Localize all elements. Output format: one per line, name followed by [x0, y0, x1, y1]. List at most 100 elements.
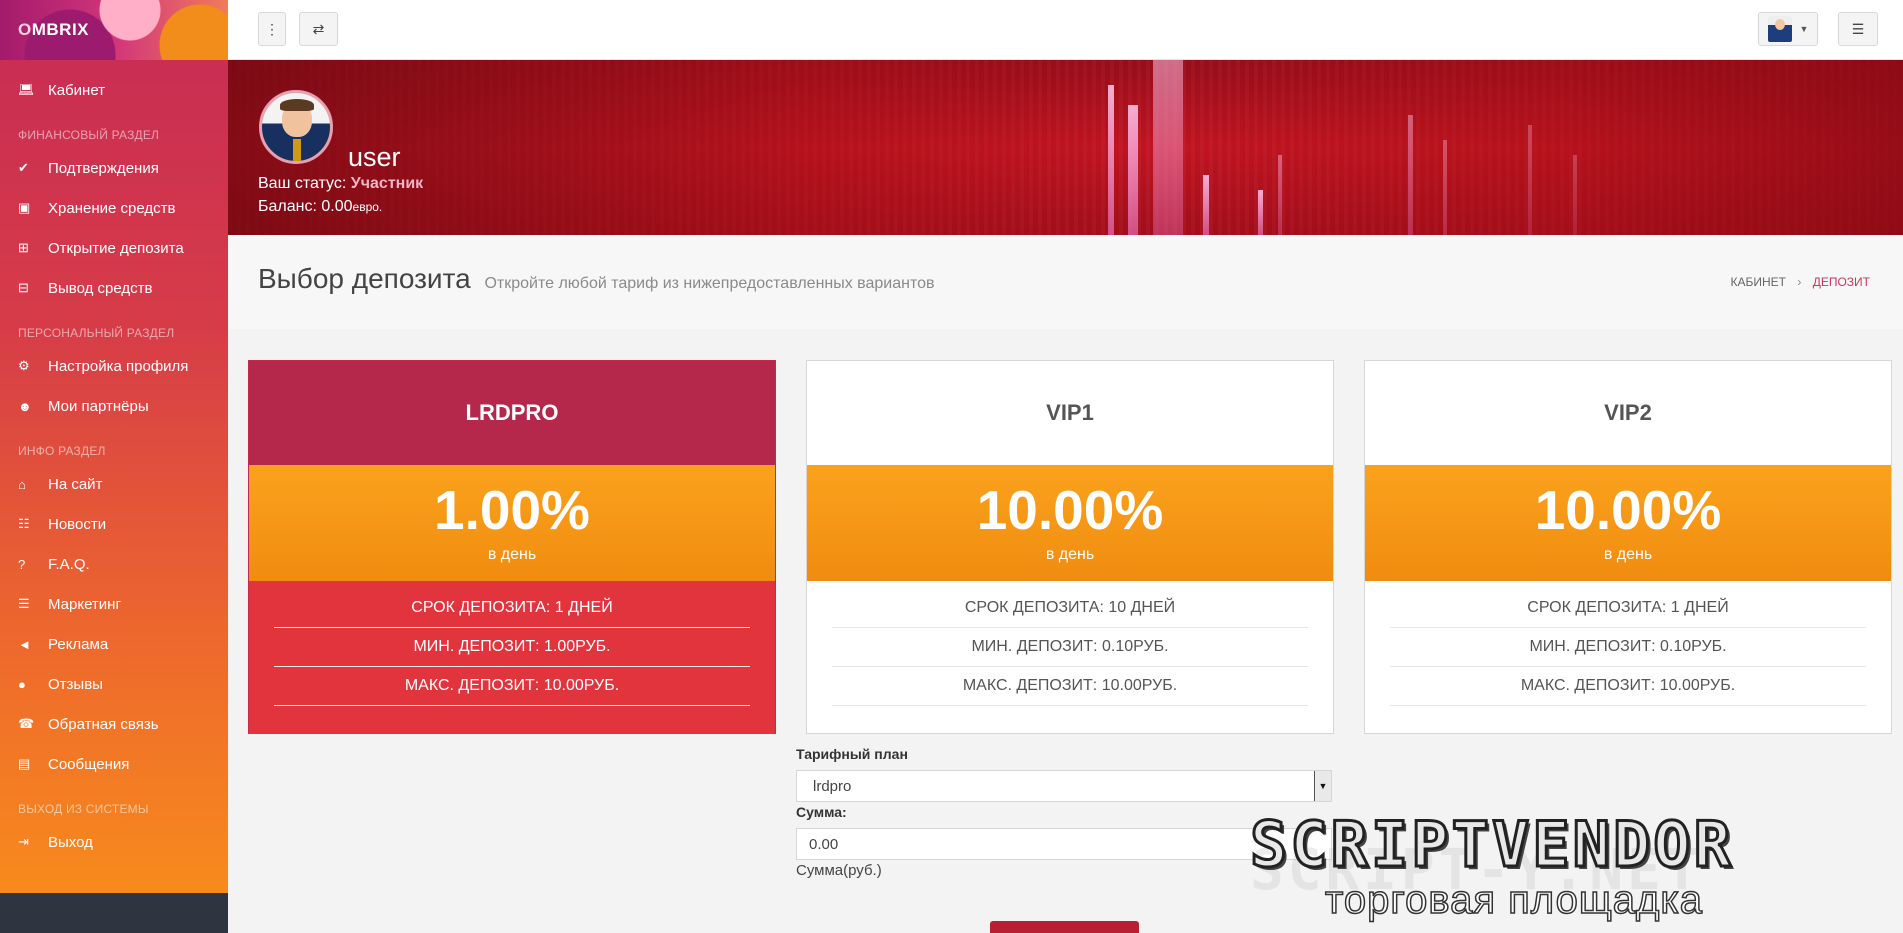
chart-spike — [1153, 60, 1183, 235]
sidebar-item-withdraw[interactable]: ⊟ Вывод средств — [0, 268, 228, 308]
watermark: SCRIPT-Y.NET SCRIPTVENDOR торговая площа… — [1249, 807, 1903, 923]
avatar-hair — [280, 99, 314, 111]
page-subtitle: Откройте любой тариф из нижепредоставлен… — [484, 275, 935, 292]
menu-list-icon: ☰ — [1851, 20, 1865, 37]
plan-card-vip2[interactable]: VIP2 10.00% в день СРОК ДЕПОЗИТА: 1 ДНЕЙ… — [1364, 360, 1892, 734]
plan-name: VIP2 — [1604, 400, 1652, 425]
sidebar-item-profile-settings[interactable]: ⚙ Настройка профиля — [0, 346, 228, 386]
sidebar-item-label: Кабинет — [48, 81, 106, 99]
plan-max-deposit: МАКС. ДЕПОЗИТ: 10.00РУБ. — [274, 667, 750, 706]
plan-info: СРОК ДЕПОЗИТА: 10 ДНЕЙ МИН. ДЕПОЗИТ: 0.1… — [807, 581, 1333, 706]
page-header: Выбор депозита Откройте любой тариф из н… — [228, 235, 1903, 329]
caret-down-icon: ▼ — [1799, 24, 1809, 34]
sidebar-item-confirmations[interactable]: ✔ Подтверждения — [0, 148, 228, 188]
sidebar-item-label: Хранение средств — [48, 199, 176, 217]
plan-select[interactable]: lrdpro ▼ — [796, 770, 1332, 802]
sidebar-item-feedback[interactable]: ☎ Обратная связь — [0, 704, 228, 744]
sidebar-item-label: Настройка профиля — [48, 357, 189, 375]
laptop-icon: 💻︎ — [18, 82, 35, 97]
chart-spike — [1573, 155, 1577, 235]
profile-status: Ваш статус: Участник — [258, 175, 423, 193]
dropdown-arrow-icon[interactable]: ▼ — [1314, 771, 1331, 801]
avatar-tie — [293, 139, 301, 161]
plan-min-deposit: МИН. ДЕПОЗИТ: 1.00РУБ. — [274, 628, 750, 667]
users-icon: ☻ — [18, 398, 32, 414]
sidebar-item-open-deposit[interactable]: ⊞ Открытие депозита — [0, 228, 228, 268]
brand-name: OMBRIX — [18, 20, 90, 39]
sidebar-item-label: Обратная связь — [48, 715, 159, 733]
sidebar-item-messages[interactable]: ▤ Сообщения — [0, 744, 228, 784]
nav-section-title: ФИНАНСОВЫЙ РАЗДЕЛ — [18, 128, 160, 142]
newspaper-icon: ☷ — [18, 516, 30, 531]
chart-spike — [1443, 140, 1447, 235]
sidebar-item-ads[interactable]: ◄ Реклама — [0, 624, 228, 664]
sidebar-item-label: Новости — [48, 515, 107, 533]
profile-balance: Баланс: 0.00евро. — [258, 198, 382, 216]
plan-rate-period: в день — [1603, 545, 1653, 563]
sidebar-item-cabinet[interactable]: 💻︎ Кабинет — [0, 70, 228, 110]
amount-help-text: Сумма(руб.) — [796, 862, 882, 879]
plan-rate: 10.00% — [1534, 478, 1722, 541]
chart-spike — [1128, 105, 1138, 235]
sidebar-item-marketing[interactable]: ☰ Маркетинг — [0, 584, 228, 624]
nav-section-title: ВЫХОД ИЗ СИСТЕМЫ — [18, 802, 149, 816]
plan-name: VIP1 — [1046, 400, 1094, 425]
sidebar-item-label: Вывод средств — [48, 279, 153, 297]
home-icon: ⌂ — [18, 476, 26, 492]
sidebar-item-label: Выход — [48, 833, 93, 851]
plan-term: СРОК ДЕПОЗИТА: 1 ДНЕЙ — [1390, 589, 1866, 628]
sidebar-item-label: F.A.Q. — [48, 555, 90, 573]
sidebar: OMBRIX 💻︎ Кабинет ФИНАНСОВЫЙ РАЗДЕЛ ✔ По… — [0, 0, 228, 933]
user-menu-button[interactable]: ▼ — [1758, 12, 1818, 46]
minus-square-icon: ⊟ — [18, 280, 29, 295]
chevron-right-icon: › — [1797, 275, 1802, 289]
plan-info: СРОК ДЕПОЗИТА: 1 ДНЕЙ МИН. ДЕПОЗИТ: 0.10… — [1365, 581, 1891, 706]
more-options-button[interactable]: ⋮ — [258, 12, 286, 46]
toggle-sidebar-button[interactable]: ⇄ — [299, 12, 338, 46]
sidebar-footer — [0, 893, 228, 933]
gears-icon: ⚙ — [18, 358, 30, 373]
profile-avatar — [259, 90, 333, 164]
balance-unit: евро. — [352, 200, 383, 214]
sidebar-item-partners[interactable]: ☻ Мои партнёры — [0, 386, 228, 426]
chart-spike — [1408, 115, 1413, 235]
question-circle-icon: ? — [18, 556, 26, 572]
inbox-icon: ▤ — [18, 756, 31, 771]
chart-spike — [1278, 155, 1282, 235]
sidebar-item-reviews[interactable]: ● Отзывы — [0, 664, 228, 704]
sidebar-item-logout[interactable]: ⇥ Выход — [0, 822, 228, 862]
sidebar-item-faq[interactable]: ? F.A.Q. — [0, 544, 228, 584]
briefcase-icon: ▣ — [18, 200, 31, 215]
brand-logo[interactable]: OMBRIX — [0, 0, 228, 60]
balance-label: Баланс: — [258, 198, 317, 215]
plan-rate-period: в день — [487, 545, 537, 563]
plan-max-deposit: МАКС. ДЕПОЗИТ: 10.00РУБ. — [1390, 667, 1866, 706]
sidebar-nav: 💻︎ Кабинет ФИНАНСОВЫЙ РАЗДЕЛ ✔ Подтвержд… — [0, 60, 228, 862]
breadcrumb-cabinet[interactable]: КАБИНЕТ — [1731, 275, 1787, 289]
sign-out-icon: ⇥ — [18, 834, 29, 849]
book-icon: ☰ — [18, 596, 30, 611]
plan-card-vip1[interactable]: VIP1 10.00% в день СРОК ДЕПОЗИТА: 10 ДНЕ… — [806, 360, 1334, 734]
breadcrumb: КАБИНЕТ › ДЕПОЗИТ — [1731, 275, 1870, 289]
chart-spike — [1108, 85, 1114, 235]
sidebar-item-news[interactable]: ☷ Новости — [0, 504, 228, 544]
comment-icon: ● — [18, 676, 26, 692]
sidebar-item-label: Открытие депозита — [48, 239, 184, 257]
vertical-dots-icon: ⋮ — [265, 20, 279, 37]
amount-label: Сумма: — [796, 804, 847, 820]
chart-spike — [1203, 175, 1209, 235]
plan-rate-band: 1.00% в день — [249, 465, 775, 581]
sidebar-item-site[interactable]: ⌂ На сайт — [0, 464, 228, 504]
top-bar: ⋮ ⇄ ▼ ☰ — [228, 0, 1903, 60]
sidebar-item-label: Реклама — [48, 635, 109, 653]
submit-deposit-button[interactable] — [990, 921, 1139, 933]
chart-spike — [1258, 190, 1263, 235]
plan-card-lrdpro[interactable]: LRDPRO 1.00% в день СРОК ДЕПОЗИТА: 1 ДНЕ… — [248, 360, 776, 734]
plan-max-deposit: МАКС. ДЕПОЗИТ: 10.00РУБ. — [832, 667, 1308, 706]
sidebar-item-storage[interactable]: ▣ Хранение средств — [0, 188, 228, 228]
menu-button[interactable]: ☰ — [1838, 12, 1878, 46]
plan-rate: 1.00% — [434, 478, 590, 541]
status-value: Участник — [350, 175, 424, 192]
plan-select-label: Тарифный план — [796, 746, 908, 762]
sidebar-item-label: Отзывы — [48, 675, 103, 693]
